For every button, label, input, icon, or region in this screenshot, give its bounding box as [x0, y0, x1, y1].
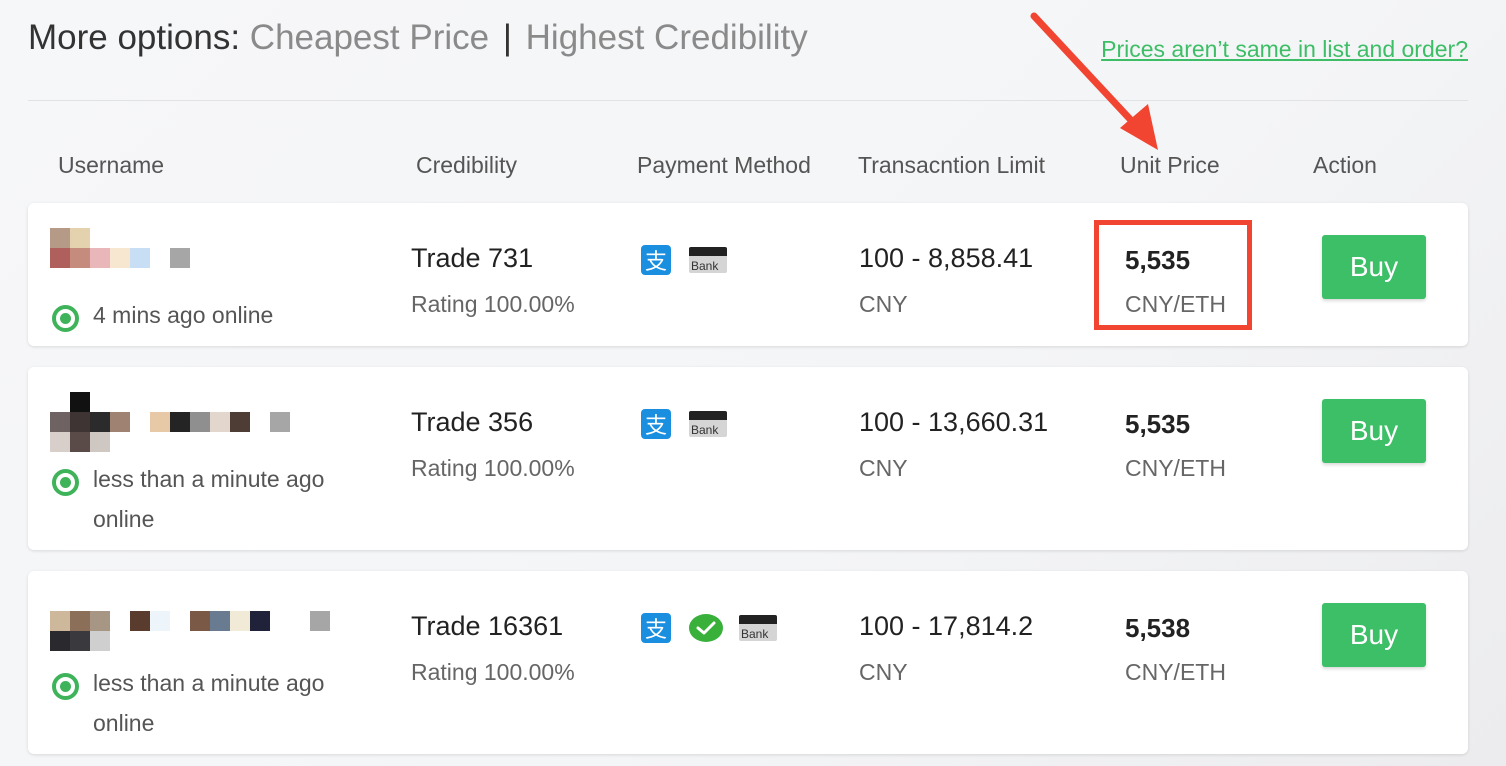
unit-price: 5,538: [1125, 613, 1191, 643]
column-header-credibility: Credibility: [416, 152, 517, 178]
header-divider: [28, 100, 1468, 101]
alipay-icon: 支: [641, 409, 671, 439]
payment-methods: 支 Bank: [641, 613, 777, 643]
rating: Rating 100.00%: [411, 455, 575, 481]
annotation-arrow-icon: [1030, 12, 1158, 150]
sort-cheapest-price-link[interactable]: Cheapest Price: [250, 18, 489, 57]
column-header-transaction-limit: Transacntion Limit: [858, 152, 1046, 178]
trade-count: Trade 16361: [411, 611, 564, 641]
column-header-username: Username: [58, 152, 165, 178]
rating: Rating 100.00%: [411, 291, 575, 317]
unit-price: 5,535: [1125, 409, 1191, 439]
online-status-text: less than a minute ago online: [93, 466, 325, 532]
column-header-payment-method: Payment Method: [637, 152, 811, 178]
alipay-icon: 支: [641, 245, 671, 275]
unit-price-highlight-box: [1094, 220, 1252, 330]
limit-currency: CNY: [859, 291, 908, 317]
rating: Rating 100.00%: [411, 659, 575, 685]
alipay-icon: 支: [641, 613, 671, 643]
wechat-pay-icon: [689, 614, 723, 642]
online-status: 4 mins ago online: [52, 301, 363, 335]
table-row: less than a minute ago online Trade 1636…: [28, 571, 1468, 754]
buy-button[interactable]: Buy: [1322, 235, 1426, 299]
transaction-limit: 100 - 8,858.41: [859, 243, 1034, 273]
table-row: less than a minute ago online Trade 356 …: [28, 367, 1468, 550]
price-unit: CNY/ETH: [1125, 455, 1226, 481]
sort-separator: |: [502, 18, 512, 57]
transaction-limit: 100 - 13,660.31: [859, 407, 1049, 437]
bank-card-icon: Bank: [689, 247, 727, 273]
sort-highest-credibility-link[interactable]: Highest Credibility: [526, 18, 808, 57]
online-status-icon: [52, 305, 79, 332]
column-header-unit-price: Unit Price: [1120, 152, 1220, 178]
limit-currency: CNY: [859, 659, 908, 685]
bank-card-icon: Bank: [739, 615, 777, 641]
buy-button[interactable]: Buy: [1322, 399, 1426, 463]
payment-methods: 支 Bank: [641, 409, 727, 439]
trade-count: Trade 356: [411, 407, 534, 437]
column-header-action: Action: [1313, 152, 1377, 178]
table-row: 4 mins ago online Trade 731 Rating 100.0…: [28, 203, 1468, 346]
online-status-icon: [52, 469, 79, 496]
online-status: less than a minute ago online: [52, 669, 363, 743]
buy-button[interactable]: Buy: [1322, 603, 1426, 667]
price-unit: CNY/ETH: [1125, 659, 1226, 685]
online-status-text: less than a minute ago online: [93, 670, 325, 736]
transaction-limit: 100 - 17,814.2: [859, 611, 1034, 641]
limit-currency: CNY: [859, 455, 908, 481]
online-status-icon: [52, 673, 79, 700]
payment-methods: 支 Bank: [641, 245, 727, 275]
bank-card-icon: Bank: [689, 411, 727, 437]
more-options-label: More options:: [28, 18, 241, 57]
online-status-text: 4 mins ago online: [93, 302, 274, 328]
online-status: less than a minute ago online: [52, 465, 363, 539]
trade-count: Trade 731: [411, 243, 534, 273]
more-options-header: More options: Cheapest Price | Highest C…: [28, 18, 808, 58]
